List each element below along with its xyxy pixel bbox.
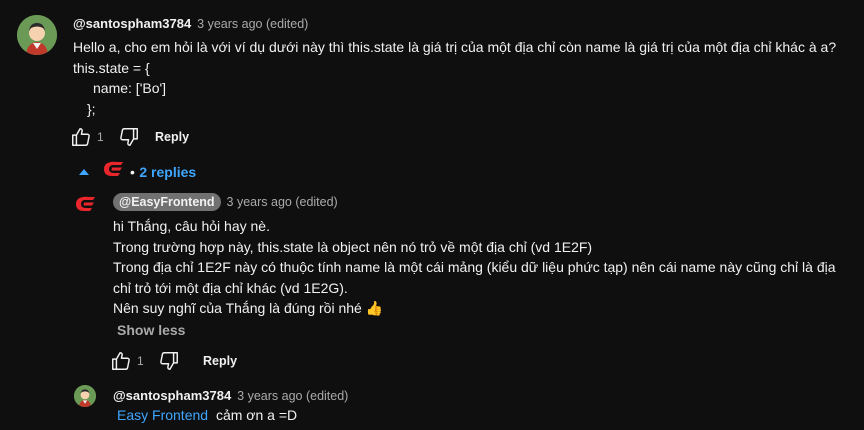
show-less-button[interactable]: Show less xyxy=(117,322,185,338)
thumbs-down-icon xyxy=(120,128,138,146)
dislike-button[interactable] xyxy=(117,125,141,149)
replies-count-label[interactable]: 2 replies xyxy=(139,164,196,180)
easyfrontend-logo-icon xyxy=(104,161,123,176)
avatar[interactable] xyxy=(17,15,57,55)
reply-body: hi Thắng, câu hỏi hay nè. Trong trường h… xyxy=(113,216,836,319)
reply-button[interactable]: Reply xyxy=(155,130,189,144)
like-button[interactable] xyxy=(109,349,133,373)
like-button[interactable] xyxy=(69,125,93,149)
reply-timestamp[interactable]: 3 years ago (edited) xyxy=(227,195,338,209)
comment-timestamp[interactable]: 3 years ago (edited) xyxy=(197,17,308,31)
thumbs-up-emoji: 👍 xyxy=(365,300,384,316)
replies-toggle[interactable] xyxy=(78,161,90,183)
avatar[interactable] xyxy=(74,385,96,407)
reply-line: hi Thắng, câu hỏi hay nè. xyxy=(113,218,270,234)
mention-link[interactable]: Easy Frontend xyxy=(117,407,208,423)
avatar-icon xyxy=(74,385,96,407)
reply-header: @santospham3784 3 years ago (edited) xyxy=(113,387,348,405)
reply-body: Easy Frontend cảm ơn a =D xyxy=(117,405,297,426)
comment-line: Hello a, cho em hỏi là với ví dụ dưới nà… xyxy=(73,39,837,55)
creator-author-chip[interactable]: @EasyFrontend xyxy=(113,193,221,211)
reply-timestamp[interactable]: 3 years ago (edited) xyxy=(237,389,348,403)
reply-author[interactable]: @santospham3784 xyxy=(113,388,231,403)
reply-button[interactable]: Reply xyxy=(203,354,237,368)
like-count: 1 xyxy=(97,130,104,144)
replies-count[interactable]: • 2 replies xyxy=(130,164,196,182)
reply-line-last: Nên suy nghĩ của Thắng là đúng rồi nhé 👍 xyxy=(113,298,836,319)
like-count: 1 xyxy=(137,354,144,368)
reply-header: @EasyFrontend 3 years ago (edited) xyxy=(113,193,338,211)
thumbs-up-icon xyxy=(112,352,130,370)
comment-author[interactable]: @santospham3784 xyxy=(73,16,191,31)
comment-line: this.state = { xyxy=(73,59,150,76)
thumbs-down-icon xyxy=(160,352,178,370)
easyfrontend-logo-icon xyxy=(76,196,95,211)
avatar-icon xyxy=(17,15,57,55)
reply-line: Trong địa chỉ 1E2F này có thuộc tính nam… xyxy=(113,259,836,275)
creator-avatar[interactable] xyxy=(75,196,97,219)
dislike-button[interactable] xyxy=(157,349,181,373)
comment-line: name: ['Bo'] xyxy=(93,80,167,96)
reply-line: Nên suy nghĩ của Thắng là đúng rồi nhé xyxy=(113,300,362,316)
reply-text: cảm ơn a =D xyxy=(215,407,298,423)
comment-header: @santospham3784 3 years ago (edited) xyxy=(73,15,308,33)
creator-logo xyxy=(103,161,125,184)
comment-body: Hello a, cho em hỏi là với ví dụ dưới nà… xyxy=(73,37,836,119)
comment-line: }; xyxy=(87,100,96,117)
reply-line: chỉ trỏ tới một địa chỉ khác (vd 1E2G). xyxy=(113,279,348,296)
thumbs-up-icon xyxy=(72,128,90,146)
reply-line: Trong trường hợp này, this.state là obje… xyxy=(113,238,593,255)
chevron-up-icon xyxy=(79,169,89,175)
